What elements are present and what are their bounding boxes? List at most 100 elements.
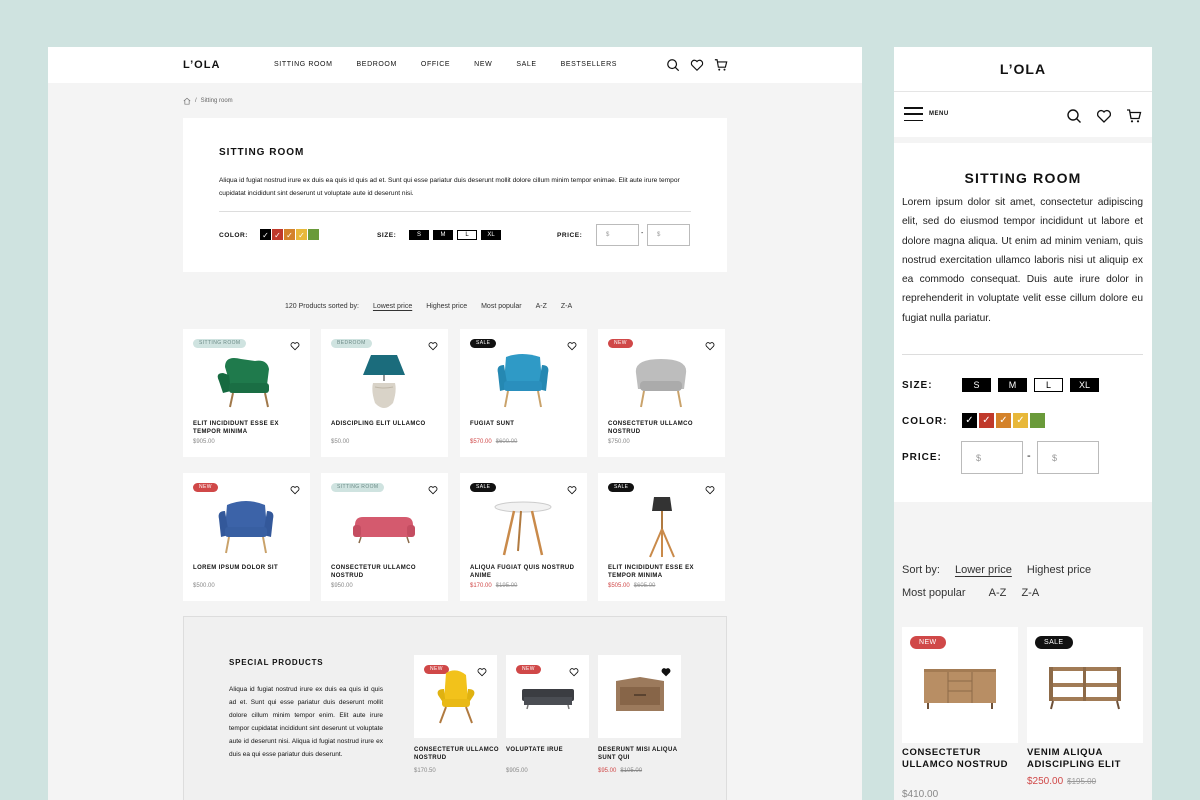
color-swatch-yellow[interactable]: ✓ (1013, 413, 1028, 428)
product-name[interactable]: VENIM ALIQUA ADISCIPLING ELIT (1027, 747, 1143, 771)
wishlist-heart-icon[interactable] (705, 338, 715, 351)
product-image[interactable] (918, 657, 1002, 717)
wishlist-heart-icon[interactable] (290, 482, 300, 495)
price-min-input[interactable]: $ (961, 441, 1023, 474)
search-icon[interactable] (1066, 108, 1082, 124)
color-swatch-red[interactable]: ✓ (979, 413, 994, 428)
product-name[interactable]: ALIQUA FUGIAT QUIS NOSTRUD ANIME (470, 564, 580, 580)
product-name[interactable]: ADISCIPLING ELIT ULLAMCO (331, 420, 441, 428)
product-image[interactable] (426, 667, 486, 727)
nav-item-new[interactable]: NEW (474, 61, 492, 68)
special-product-card[interactable]: NEW (414, 655, 497, 738)
size-option-xl[interactable]: XL (1070, 378, 1099, 392)
cart-icon[interactable] (1126, 108, 1142, 124)
nav-item-bestsellers[interactable]: BESTSELLERS (561, 61, 617, 68)
menu-button[interactable]: MENU (904, 107, 949, 121)
price-max-input[interactable]: $ (647, 224, 690, 246)
wishlist-heart-icon[interactable] (290, 338, 300, 351)
product-card[interactable]: SALE FUGIAT SUNT $570.00 $600.00 (460, 329, 587, 457)
product-name[interactable]: ELIT INCIDIDUNT ESSE EX TEMPOR MINIMA (608, 564, 718, 580)
product-card[interactable]: SITTING ROOM CONSECTETUR ULLAMCO NOSTRUD… (321, 473, 448, 601)
sort-option-z-a[interactable]: Z-A (1021, 587, 1039, 599)
product-card[interactable]: SITTING ROOM ELIT INCIDIDUNT ESSE EX TEM… (183, 329, 310, 457)
product-name[interactable]: CONSECTETUR ULLAMCO NOSTRUD (608, 420, 718, 436)
wishlist-heart-icon[interactable] (428, 482, 438, 495)
product-name[interactable]: CONSECTETUR ULLAMCO NOSTRUD (414, 746, 504, 762)
product-card[interactable]: BEDROOM ADISCIPLING ELIT ULLAMCO $50.00 (321, 329, 448, 457)
size-option-m[interactable]: M (433, 230, 453, 240)
size-option-l[interactable]: L (457, 230, 477, 240)
nav-item-sitting-room[interactable]: SITTING ROOM (274, 61, 333, 68)
size-option-l[interactable]: L (1034, 378, 1063, 392)
nav-item-bedroom[interactable]: BEDROOM (357, 61, 397, 68)
product-price: $750.00 (608, 439, 630, 445)
product-card[interactable]: NEW (902, 627, 1018, 743)
wishlist-heart-icon[interactable] (567, 338, 577, 351)
product-image[interactable] (610, 667, 670, 727)
color-swatch-orange[interactable]: ✓ (284, 229, 295, 240)
product-image[interactable] (211, 351, 281, 415)
product-image[interactable] (211, 495, 281, 559)
mobile-logo[interactable]: L’OLA (894, 61, 1152, 77)
special-product-card[interactable]: NEW (506, 655, 589, 738)
color-filter-label: COLOR: (219, 232, 249, 239)
size-option-m[interactable]: M (998, 378, 1027, 392)
color-swatch-green[interactable] (308, 229, 319, 240)
price-min-input[interactable]: $ (596, 224, 639, 246)
product-image[interactable] (488, 351, 558, 415)
sort-option-highest-price[interactable]: Highest price (426, 303, 467, 310)
sort-option-lowest-price[interactable]: Lowest price (373, 303, 412, 310)
heart-icon[interactable] (1096, 108, 1112, 124)
product-card[interactable]: NEW LOREM IPSUM DOLOR SIT $500.00 (183, 473, 310, 601)
nav-item-office[interactable]: OFFICE (421, 61, 450, 68)
product-name[interactable]: DESERUNT MISI ALIQUA SUNT QUI (598, 746, 688, 762)
color-swatch-black[interactable]: ✓ (260, 229, 271, 240)
cart-icon[interactable] (714, 58, 728, 72)
product-card[interactable]: SALE ELIT INCIDIDUNT ESSE EX TEMPOR MINI… (598, 473, 725, 601)
product-name[interactable]: CONSECTETUR ULLAMCO NOSTRUD (331, 564, 441, 580)
color-swatch-yellow[interactable]: ✓ (296, 229, 307, 240)
special-product-card[interactable] (598, 655, 681, 738)
sort-option-most-popular[interactable]: Most popular (902, 587, 966, 599)
wishlist-heart-icon[interactable] (705, 482, 715, 495)
size-option-xl[interactable]: XL (481, 230, 501, 240)
product-image[interactable] (518, 667, 578, 727)
sort-option-a-z[interactable]: A-Z (536, 303, 547, 310)
product-price: $170.00 $195.00 (470, 583, 517, 589)
product-name[interactable]: FUGIAT SUNT (470, 420, 580, 428)
price-range-dash: - (641, 230, 644, 237)
logo[interactable]: L’OLA (183, 59, 220, 71)
sort-option-lower-price[interactable]: Lower price (955, 564, 1012, 576)
sort-option-a-z[interactable]: A-Z (989, 587, 1007, 599)
product-image[interactable] (1043, 657, 1127, 717)
product-name[interactable]: LOREM IPSUM DOLOR SIT (193, 564, 303, 572)
product-image[interactable] (349, 495, 419, 559)
heart-icon[interactable] (690, 58, 704, 72)
size-option-s[interactable]: S (409, 230, 429, 240)
wishlist-heart-icon[interactable] (567, 482, 577, 495)
size-option-s[interactable]: S (962, 378, 991, 392)
wishlist-heart-icon[interactable] (428, 338, 438, 351)
product-image[interactable] (626, 351, 696, 415)
sort-option-most-popular[interactable]: Most popular (481, 303, 521, 310)
product-card[interactable]: NEW CONSECTETUR ULLAMCO NOSTRUD $750.00 (598, 329, 725, 457)
color-swatch-black[interactable]: ✓ (962, 413, 977, 428)
product-image[interactable] (626, 495, 696, 559)
product-name[interactable]: CONSECTETUR ULLAMCO NOSTRUD (902, 747, 1018, 771)
color-swatch-red[interactable]: ✓ (272, 229, 283, 240)
product-card[interactable]: SALE (1027, 627, 1143, 743)
price-max-input[interactable]: $ (1037, 441, 1099, 474)
color-swatch-green[interactable] (1030, 413, 1045, 428)
product-name[interactable]: ELIT INCIDIDUNT ESSE EX TEMPOR MINIMA (193, 420, 303, 436)
sort-option-highest-price[interactable]: Highest price (1027, 564, 1091, 576)
product-image[interactable] (349, 351, 419, 415)
color-swatch-orange[interactable]: ✓ (996, 413, 1011, 428)
sort-option-z-a[interactable]: Z-A (561, 303, 572, 310)
product-image[interactable] (488, 495, 558, 559)
product-name[interactable]: VOLUPTATE IRUE (506, 746, 596, 754)
product-card[interactable]: SALE ALIQUA FUGIAT QUIS NOSTRUD ANIME $1… (460, 473, 587, 601)
product-badge: BEDROOM (331, 339, 372, 348)
search-icon[interactable] (666, 58, 680, 72)
home-icon[interactable] (183, 97, 191, 105)
nav-item-sale[interactable]: SALE (516, 61, 536, 68)
